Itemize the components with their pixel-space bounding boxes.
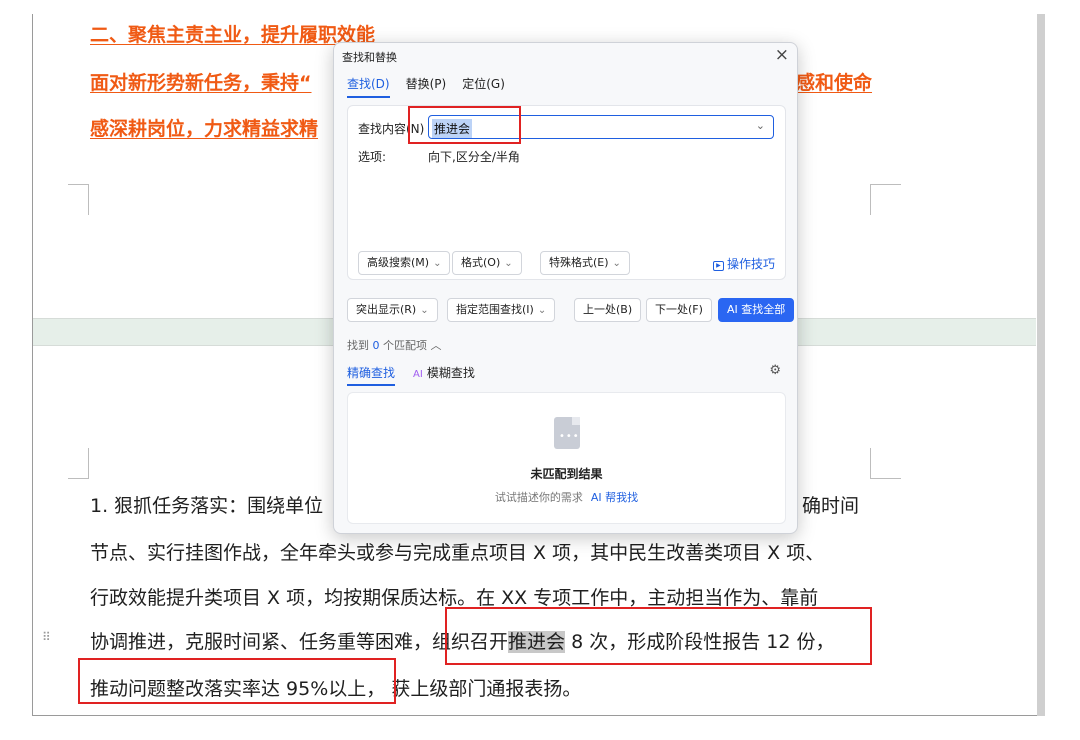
chevron-down-icon: ⌄ <box>433 258 442 269</box>
annotation-box <box>408 106 521 144</box>
doc-heading-2-left: 面对新形势新任务，秉持“ <box>90 72 312 94</box>
crop-mark <box>870 184 901 215</box>
doc-heading-3-left: 感深耕岗位，力求精益求精 <box>90 118 319 140</box>
doc-para-line-1-left: 1. 狠抓任务落实：围绕单位 <box>90 495 324 517</box>
dialog-title: 查找和替换 <box>342 51 397 64</box>
text-run: 协调推进，克服时间紧、任务重等困难， <box>90 631 433 653</box>
ai-badge: AI <box>413 369 423 380</box>
chevron-down-icon: ⌄ <box>420 305 429 316</box>
empty-desc-text: 试试描述你的需求 <box>494 491 583 504</box>
find-all-button[interactable]: AI 查找全部 <box>718 298 795 322</box>
search-mode-tabs: 精确查找 AI 模糊查找 <box>347 364 475 386</box>
options-value: 向下,区分全/半角 <box>428 150 520 164</box>
doc-para-line-1-right: 确时间 <box>802 495 860 517</box>
fuzzy-label: 模糊查找 <box>426 366 475 380</box>
found-count-text[interactable]: 找到 0 个匹配项 ︿ <box>347 337 442 353</box>
range-find-button[interactable]: 指定范围查找(I) ⌄ <box>447 298 556 322</box>
result-panel: ••• 未匹配到结果 试试描述你的需求 AI 帮我找 <box>347 392 786 524</box>
find-replace-dialog: 查找和替换 × 查找(D) 替换(P) 定位(G) 查找内容(N) 推进会 ⌄ … <box>333 42 798 534</box>
tips-label: 操作技巧 <box>726 257 775 271</box>
chevron-down-icon: ⌄ <box>537 305 547 316</box>
annotation-box <box>445 607 872 665</box>
dialog-tabs: 查找(D) 替换(P) 定位(G) <box>347 75 505 98</box>
tips-link[interactable]: ▶ 操作技巧 <box>712 255 775 272</box>
button-label: 高级搜索(M) <box>367 256 430 269</box>
next-button[interactable]: 下一处(F) <box>646 298 712 322</box>
button-label: 突出显示(R) <box>356 303 417 316</box>
doc-para-line-3: 行政效能提升类项目 X 项，均按期保质达标。在 XX 专项工作中，主动担当作为、… <box>90 587 819 609</box>
tab-exact-search[interactable]: 精确查找 <box>347 364 396 386</box>
drag-handle-icon[interactable]: ⠿ <box>42 630 51 644</box>
tab-goto[interactable]: 定位(G) <box>462 75 505 98</box>
close-icon[interactable]: × <box>775 45 789 65</box>
highlight-button[interactable]: 突出显示(R) ⌄ <box>347 298 438 322</box>
ai-help-link[interactable]: AI 帮我找 <box>591 491 638 504</box>
annotation-box <box>78 658 396 704</box>
tab-replace[interactable]: 替换(P) <box>406 75 447 98</box>
advanced-search-button[interactable]: 高级搜索(M) ⌄ <box>358 251 451 275</box>
button-label: 格式(O) <box>461 256 501 269</box>
empty-file-icon: ••• <box>554 417 580 449</box>
button-label: 特殊格式(E) <box>549 256 609 269</box>
doc-para-line-2: 节点、实行挂图作战，全年牵头或参与完成重点项目 X 项，其中民生改善类项目 X … <box>90 542 825 564</box>
options-label: 选项: <box>358 150 387 164</box>
prev-button[interactable]: 上一处(B) <box>574 298 642 322</box>
crop-mark <box>68 184 89 215</box>
chevron-up-icon: ︿ <box>430 339 442 352</box>
button-label: 指定范围查找(I) <box>456 303 534 316</box>
doc-heading-1: 二、聚焦主责主业，提升履职效能 <box>90 24 376 46</box>
found-suffix: 个匹配项 <box>383 339 427 352</box>
crop-mark <box>68 448 89 479</box>
format-button[interactable]: 格式(O) ⌄ <box>452 251 522 275</box>
doc-heading-2-right: 感和使命 <box>796 72 873 94</box>
found-count: 0 <box>372 339 380 352</box>
empty-title: 未匹配到结果 <box>530 467 603 481</box>
gear-icon[interactable]: ⚙ <box>769 363 781 378</box>
dots-icon: ••• <box>559 431 580 442</box>
text-run: 获上级部门通报表扬。 <box>385 678 582 700</box>
play-icon: ▶ <box>712 261 724 271</box>
chevron-down-icon: ⌄ <box>504 258 513 269</box>
chevron-down-icon[interactable]: ⌄ <box>756 119 765 132</box>
tab-fuzzy-search[interactable]: AI 模糊查找 <box>413 364 475 386</box>
crop-mark <box>870 448 901 479</box>
special-format-button[interactable]: 特殊格式(E) ⌄ <box>540 251 630 275</box>
chevron-down-icon: ⌄ <box>612 258 621 269</box>
tab-find[interactable]: 查找(D) <box>347 75 390 98</box>
empty-desc: 试试描述你的需求 AI 帮我找 <box>348 489 785 505</box>
found-prefix: 找到 <box>347 339 369 352</box>
